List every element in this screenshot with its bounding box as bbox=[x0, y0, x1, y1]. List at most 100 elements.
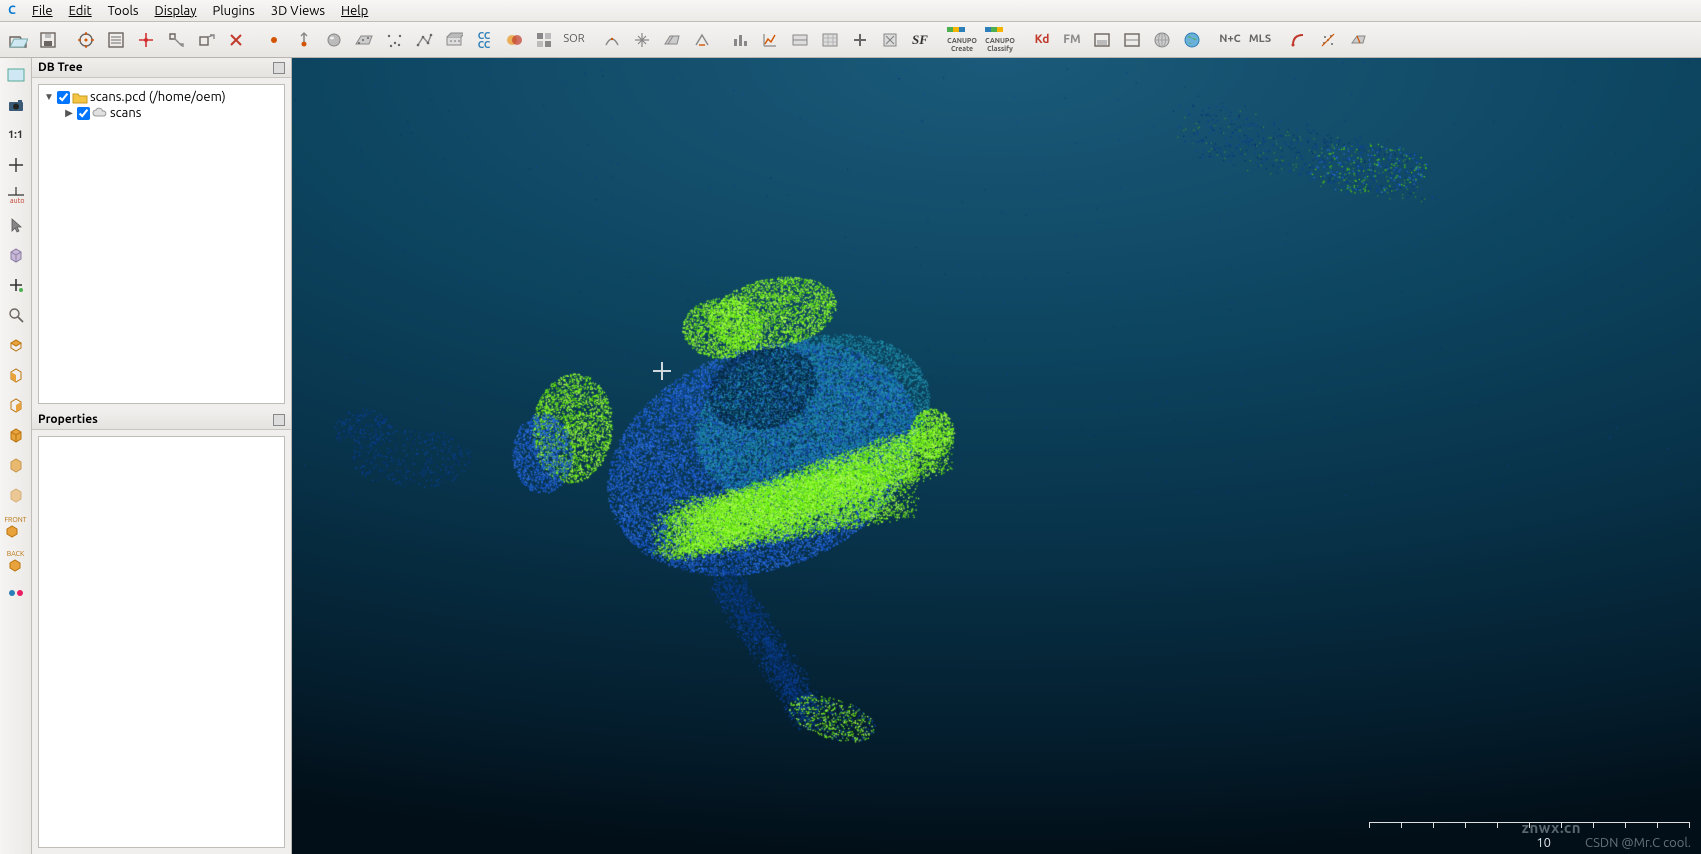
globe-blue-button[interactable] bbox=[1178, 26, 1206, 54]
point-button[interactable] bbox=[260, 26, 288, 54]
front-label-button[interactable]: FRONT bbox=[3, 512, 29, 542]
tree-row-child[interactable]: ▶ scans bbox=[41, 105, 282, 121]
fit-plane-button[interactable] bbox=[786, 26, 814, 54]
one-to-one-button[interactable]: 1:1 bbox=[3, 122, 29, 148]
tool-d-icon bbox=[1349, 31, 1367, 49]
menu-3dviews[interactable]: 3D Views bbox=[263, 2, 333, 20]
dock-icon[interactable] bbox=[273, 414, 285, 426]
trace-polyline-button[interactable] bbox=[410, 26, 438, 54]
camera-button[interactable] bbox=[3, 92, 29, 118]
auto-pick-button[interactable]: auto bbox=[3, 182, 29, 208]
clone-button[interactable]: CC CC bbox=[470, 26, 498, 54]
align-button[interactable] bbox=[658, 26, 686, 54]
tool-a-icon bbox=[1093, 32, 1111, 48]
add-view-button[interactable] bbox=[3, 272, 29, 298]
cursor-button[interactable] bbox=[3, 212, 29, 238]
segment-button[interactable] bbox=[162, 26, 190, 54]
dbtree-panel-header[interactable]: DB Tree bbox=[32, 58, 291, 78]
dbtree-body[interactable]: ▼ scans.pcd (/home/oem) ▶ scans bbox=[38, 84, 285, 404]
menu-plugins[interactable]: Plugins bbox=[204, 2, 262, 20]
save-icon bbox=[39, 31, 57, 49]
tool-c-icon bbox=[1319, 31, 1337, 49]
curvature-button[interactable] bbox=[598, 26, 626, 54]
center-button[interactable] bbox=[3, 152, 29, 178]
color-dots-button[interactable] bbox=[3, 580, 29, 606]
translate-rotate-button[interactable] bbox=[192, 26, 220, 54]
ransac-button[interactable] bbox=[1284, 26, 1312, 54]
view-top-button[interactable] bbox=[3, 332, 29, 358]
menu-file-label: File bbox=[32, 4, 53, 18]
kd-button[interactable]: Kd bbox=[1028, 26, 1056, 54]
point-picking-button[interactable] bbox=[132, 26, 160, 54]
normal-icon bbox=[296, 31, 312, 49]
dbtree-title: DB Tree bbox=[38, 61, 83, 74]
fit-plane-icon bbox=[791, 33, 809, 47]
view-iso3-button[interactable] bbox=[3, 482, 29, 508]
canupo-create-icon: CANUPO Create bbox=[947, 27, 977, 53]
properties-button[interactable] bbox=[102, 26, 130, 54]
section-icon bbox=[445, 31, 463, 49]
section-button[interactable] bbox=[440, 26, 468, 54]
normal-button[interactable] bbox=[290, 26, 318, 54]
canupo-create-button[interactable]: CANUPO Create bbox=[944, 26, 980, 54]
flickr-dots-icon bbox=[8, 588, 24, 598]
canupo-classify-button[interactable]: CANUPO Classify bbox=[982, 26, 1018, 54]
merge-button[interactable] bbox=[500, 26, 528, 54]
side-panels: DB Tree ▼ scans.pcd (/home/oem) ▶ scans bbox=[32, 58, 292, 854]
tool-c-button[interactable] bbox=[1314, 26, 1342, 54]
cloud-icon bbox=[92, 107, 108, 119]
tool-b-icon bbox=[1123, 32, 1141, 48]
tree-expand-arrow[interactable]: ▼ bbox=[43, 91, 55, 103]
tool-b-button[interactable] bbox=[1118, 26, 1146, 54]
add-sf-button[interactable] bbox=[846, 26, 874, 54]
view-iso1-button[interactable] bbox=[3, 422, 29, 448]
stats-button[interactable] bbox=[756, 26, 784, 54]
zoom-button[interactable] bbox=[3, 302, 29, 328]
register-button[interactable] bbox=[628, 26, 656, 54]
properties-body[interactable] bbox=[38, 436, 285, 848]
dock-icon[interactable] bbox=[273, 62, 285, 74]
tree-root-checkbox[interactable] bbox=[57, 91, 70, 104]
sor-filter-button[interactable]: SOR bbox=[560, 26, 588, 54]
level-button[interactable] bbox=[688, 26, 716, 54]
back-label-button[interactable]: BACK bbox=[3, 546, 29, 576]
level-icon bbox=[693, 31, 711, 49]
delete-button[interactable] bbox=[222, 26, 250, 54]
3d-viewport[interactable]: 10 znwx.cn CSDN @Mr.C cool. bbox=[292, 58, 1701, 854]
tree-expand-arrow-child[interactable]: ▶ bbox=[63, 107, 75, 119]
save-button[interactable] bbox=[34, 26, 62, 54]
view-iso2-button[interactable] bbox=[3, 452, 29, 478]
tool-d-button[interactable] bbox=[1344, 26, 1372, 54]
trace-polyline-icon bbox=[415, 31, 433, 49]
menu-edit[interactable]: Edit bbox=[61, 2, 100, 20]
tree-child-checkbox[interactable] bbox=[77, 107, 90, 120]
view-front-button[interactable] bbox=[3, 362, 29, 388]
tool-a-button[interactable] bbox=[1088, 26, 1116, 54]
scalar-field-button[interactable]: SF bbox=[906, 26, 934, 54]
subsample-button[interactable] bbox=[530, 26, 558, 54]
globe-gray-button[interactable] bbox=[1148, 26, 1176, 54]
cube-shade-button[interactable] bbox=[3, 242, 29, 268]
open-button[interactable] bbox=[4, 26, 32, 54]
plane-button[interactable] bbox=[350, 26, 378, 54]
tree-row-root[interactable]: ▼ scans.pcd (/home/oem) bbox=[41, 89, 282, 105]
view-frame-button[interactable] bbox=[3, 62, 29, 88]
fit-sphere-button[interactable] bbox=[816, 26, 844, 54]
polyline-picking-button[interactable] bbox=[380, 26, 408, 54]
delete-sf-button[interactable] bbox=[876, 26, 904, 54]
histogram-button[interactable] bbox=[726, 26, 754, 54]
menu-file[interactable]: File bbox=[24, 2, 61, 20]
menu-tools[interactable]: Tools bbox=[100, 2, 147, 20]
pick-rotation-center-button[interactable] bbox=[72, 26, 100, 54]
menu-help[interactable]: Help bbox=[333, 2, 376, 20]
view-side-button[interactable] bbox=[3, 392, 29, 418]
fm-button[interactable]: FM bbox=[1058, 26, 1086, 54]
tree-child-label: scans bbox=[110, 106, 141, 120]
nplusc-button[interactable]: N+C bbox=[1216, 26, 1244, 54]
properties-panel-header[interactable]: Properties bbox=[32, 410, 291, 430]
mls-button[interactable]: MLS bbox=[1246, 26, 1274, 54]
menu-display[interactable]: Display bbox=[147, 2, 205, 20]
view-frame-icon bbox=[7, 68, 25, 82]
view-side-icon bbox=[7, 396, 25, 414]
sphere-button[interactable] bbox=[320, 26, 348, 54]
